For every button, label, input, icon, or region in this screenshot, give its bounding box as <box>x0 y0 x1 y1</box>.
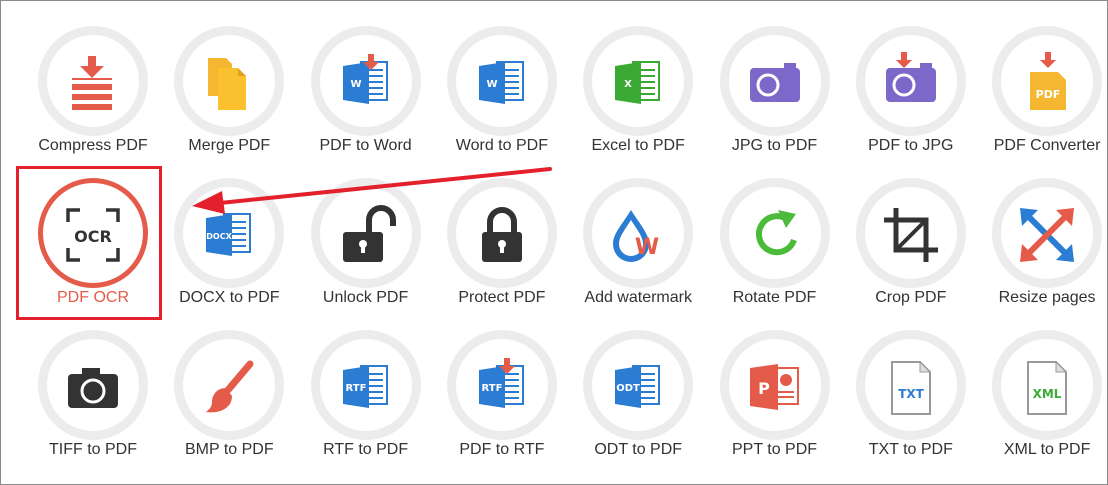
tool-rtf-to-pdf[interactable]: RTF RTF to PDF <box>298 304 434 458</box>
crop-icon <box>880 204 942 266</box>
txt-icon: TXT <box>880 356 942 418</box>
pdf-to-rtf-icon: RTF <box>471 356 533 418</box>
svg-text:XML: XML <box>1033 387 1062 401</box>
tool-jpg-to-pdf[interactable]: JPG to PDF <box>707 0 843 154</box>
tool-pdf-to-jpg[interactable]: PDF to JPG <box>843 0 979 154</box>
tool-odt-to-pdf[interactable]: ODT ODT to PDF <box>570 304 706 458</box>
pdf-converter-icon: PDF <box>1016 52 1078 114</box>
merge-icon <box>198 52 260 114</box>
tool-compress-pdf[interactable]: Compress PDF <box>25 0 161 154</box>
svg-text:X: X <box>624 79 632 90</box>
tool-word-to-pdf[interactable]: W Word to PDF <box>434 0 570 154</box>
tool-label: TXT to PDF <box>868 441 953 458</box>
pdf-to-jpg-icon <box>880 52 942 114</box>
svg-text:ODT: ODT <box>616 383 640 394</box>
excel-icon: X <box>607 52 669 114</box>
tool-label: PDF to RTF <box>459 441 545 458</box>
tool-label: ODT to PDF <box>594 441 683 458</box>
tiff-camera-icon <box>62 356 124 418</box>
compress-icon <box>62 52 124 114</box>
svg-text:RTF: RTF <box>481 383 502 394</box>
tool-label: XML to PDF <box>1003 441 1091 458</box>
rotate-icon <box>744 204 806 266</box>
rtf-icon: RTF <box>335 356 397 418</box>
tool-add-watermark[interactable]: W Add watermark <box>570 152 706 306</box>
docx-icon: DOCX <box>198 204 260 266</box>
ppt-icon: P <box>744 356 806 418</box>
tool-label: TIFF to PDF <box>49 441 137 458</box>
svg-text:W: W <box>635 235 659 260</box>
tool-excel-to-pdf[interactable]: X Excel to PDF <box>570 0 706 154</box>
lock-icon <box>471 204 533 266</box>
resize-icon <box>1016 204 1078 266</box>
tool-label: RTF to PDF <box>323 441 409 458</box>
tool-pdf-to-rtf[interactable]: RTF PDF to RTF <box>434 304 570 458</box>
pdf-to-word-icon: W <box>335 52 397 114</box>
xml-icon: XML <box>1016 356 1078 418</box>
watermark-icon: W <box>607 204 669 266</box>
brush-icon <box>198 356 260 418</box>
svg-text:RTF: RTF <box>345 383 366 394</box>
tool-ppt-to-pdf[interactable]: P PPT to PDF <box>707 304 843 458</box>
svg-text:TXT: TXT <box>898 387 924 401</box>
tool-xml-to-pdf[interactable]: XML XML to PDF <box>979 304 1108 458</box>
word-icon: W <box>471 52 533 114</box>
camera-icon <box>744 52 806 114</box>
tool-protect-pdf[interactable]: Protect PDF <box>434 152 570 306</box>
tool-docx-to-pdf[interactable]: DOCX DOCX to PDF <box>161 152 297 306</box>
tool-label: BMP to PDF <box>184 441 274 458</box>
tool-resize-pages[interactable]: Resize pages <box>979 152 1108 306</box>
tool-tiff-to-pdf[interactable]: TIFF to PDF <box>25 304 161 458</box>
tools-grid: Compress PDF Merge PDF W PDF to Word W W… <box>0 0 1108 485</box>
tool-pdf-converter[interactable]: PDF PDF Converter <box>979 0 1108 154</box>
ocr-highlight-box <box>16 166 162 320</box>
svg-text:P: P <box>758 379 770 398</box>
svg-text:W: W <box>486 79 497 90</box>
unlock-icon <box>335 204 397 266</box>
tool-unlock-pdf[interactable]: Unlock PDF <box>298 152 434 306</box>
tool-merge-pdf[interactable]: Merge PDF <box>161 0 297 154</box>
svg-text:PDF: PDF <box>1036 88 1061 101</box>
tool-txt-to-pdf[interactable]: TXT TXT to PDF <box>843 304 979 458</box>
tool-rotate-pdf[interactable]: Rotate PDF <box>707 152 843 306</box>
tool-label: PPT to PDF <box>731 441 818 458</box>
tool-bmp-to-pdf[interactable]: BMP to PDF <box>161 304 297 458</box>
svg-text:W: W <box>350 79 361 90</box>
tool-crop-pdf[interactable]: Crop PDF <box>843 152 979 306</box>
odt-icon: ODT <box>607 356 669 418</box>
svg-text:DOCX: DOCX <box>207 232 233 241</box>
tool-pdf-to-word[interactable]: W PDF to Word <box>298 0 434 154</box>
